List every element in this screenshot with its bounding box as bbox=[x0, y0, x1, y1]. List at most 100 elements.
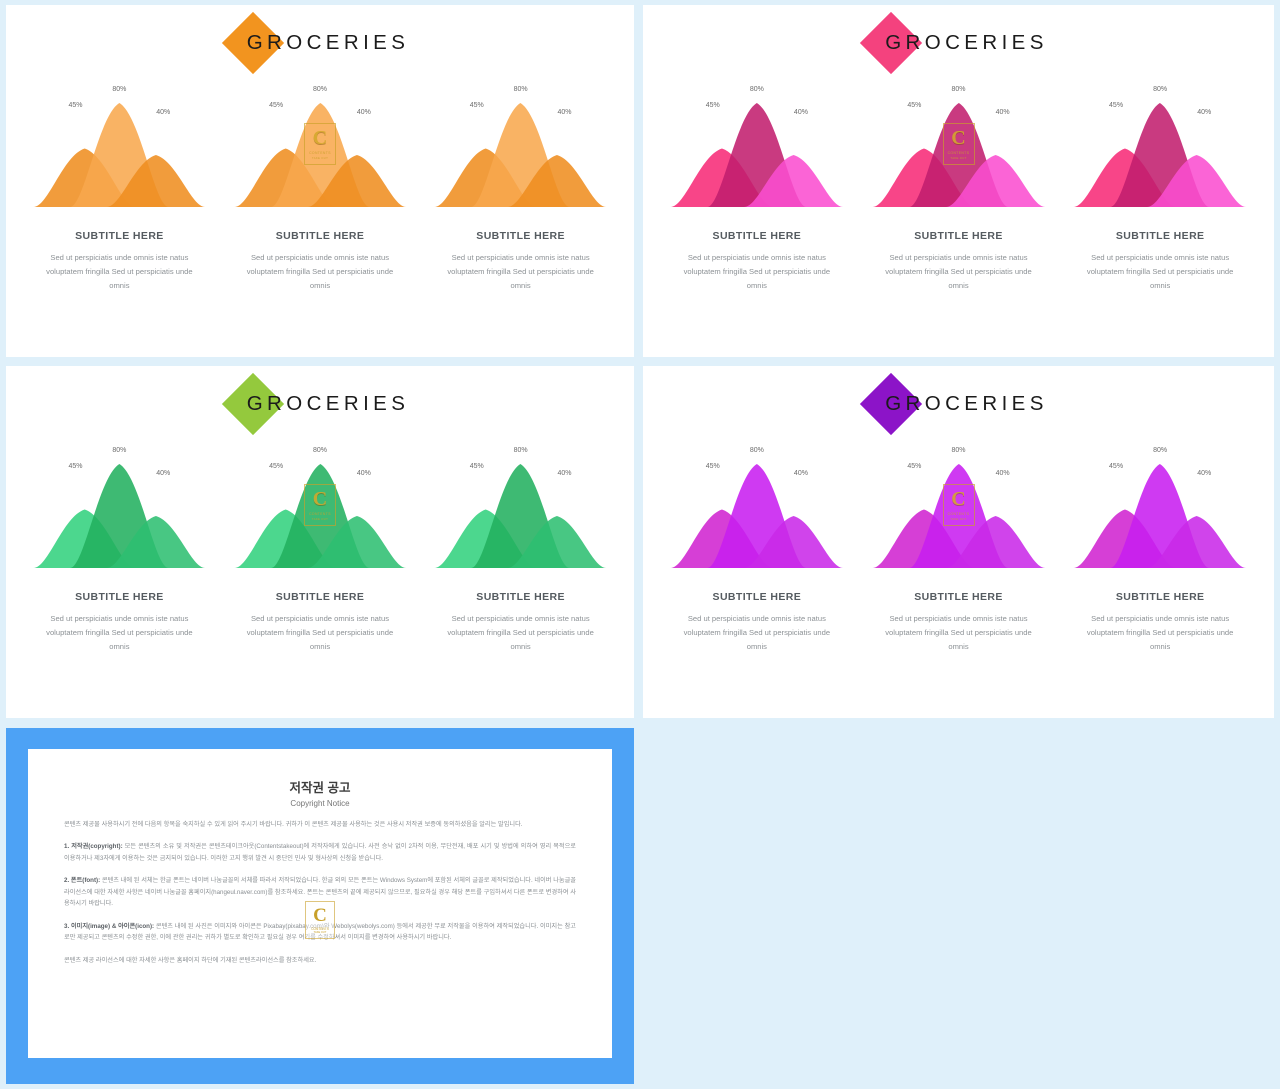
peak-label-2: 80% bbox=[1153, 447, 1168, 454]
copyright-card: 저작권 공고 Copyright Notice 콘텐츠 제공물 사용하시기 전에… bbox=[28, 749, 612, 1058]
peak-label-2: 80% bbox=[951, 447, 966, 454]
column-subtitle: SUBTITLE HERE bbox=[712, 230, 802, 242]
copyright-subtitle: Copyright Notice bbox=[290, 799, 350, 808]
copyright-notice-panel[interactable]: 저작권 공고 Copyright Notice 콘텐츠 제공물 사용하시기 전에… bbox=[6, 728, 634, 1084]
brand-name: GROCERIES bbox=[246, 392, 410, 415]
chart-column[interactable]: 45% 80% 40% C CONTENTS TAKE OUT SUBTITLE HERE S… bbox=[867, 81, 1051, 294]
column-subtitle: SUBTITLE HERE bbox=[1115, 230, 1205, 242]
column-body-text: Sed ut perspiciatis unde omnis iste natu… bbox=[1086, 614, 1234, 652]
mountain-chart-svg bbox=[670, 464, 844, 568]
mountain-chart-svg bbox=[434, 464, 607, 568]
chart-column[interactable]: 45% 80% 40% SUBTITLE HERE Sed ut perspiciati… bbox=[28, 442, 211, 655]
contents-takeout-watermark-icon: C CONTENTS TAKE OUT bbox=[305, 901, 335, 939]
peak-label-2: 80% bbox=[951, 86, 966, 93]
chart-columns: 45% 80% 40% SUBTITLE HERE Sed ut perspiciati… bbox=[6, 81, 634, 294]
column-subtitle: SUBTITLE HERE bbox=[476, 230, 565, 242]
mountain-chart-svg bbox=[1073, 464, 1247, 568]
mountain-chart-svg bbox=[234, 103, 406, 207]
watermark-line2: TAKE OUT bbox=[313, 931, 327, 934]
peak-label-1: 45% bbox=[269, 463, 284, 470]
brand-name: GROCERIES bbox=[246, 31, 410, 54]
peak-label-3: 40% bbox=[557, 470, 572, 477]
mountain-chart-svg bbox=[872, 103, 1045, 207]
peak-label-3: 40% bbox=[1197, 109, 1212, 116]
mountain-chart: 45% 80% 40% C CONTENTS TAKE OUT bbox=[867, 442, 1051, 578]
brand-name: GROCERIES bbox=[885, 392, 1048, 415]
chart-column[interactable]: 45% 80% 40% C CONTENTS TAKE OUT SUBTITLE HERE S… bbox=[229, 81, 412, 294]
copyright-section-1-heading: 1. 저작권(copyright): bbox=[64, 843, 123, 851]
column-subtitle: SUBTITLE HERE bbox=[75, 591, 164, 603]
column-subtitle: SUBTITLE HERE bbox=[914, 591, 1003, 603]
mountain-chart: 45% 80% 40% C CONTENTS TAKE OUT bbox=[229, 81, 412, 217]
column-body-text: Sed ut perspiciatis unde omnis iste natu… bbox=[447, 614, 594, 652]
mountain-chart: 45% 80% 40% bbox=[28, 81, 211, 217]
chart-column[interactable]: 45% 80% 40% SUBTITLE HERE Sed ut perspiciati… bbox=[1068, 81, 1252, 294]
brand-logo[interactable]: GROCERIES bbox=[6, 5, 634, 81]
column-body-text: Sed ut perspiciatis unde omnis iste natu… bbox=[447, 253, 594, 291]
chart-column[interactable]: 45% 80% 40% SUBTITLE HERE Sed ut perspiciati… bbox=[429, 81, 612, 294]
column-subtitle: SUBTITLE HERE bbox=[712, 591, 802, 603]
column-body-text: Sed ut perspiciatis unde omnis iste natu… bbox=[46, 253, 193, 291]
brand-logo[interactable]: GROCERIES bbox=[643, 5, 1274, 81]
chart-column[interactable]: 45% 80% 40% C CONTENTS TAKE OUT SUBTITLE HERE S… bbox=[229, 442, 412, 655]
peak-label-2: 80% bbox=[513, 447, 528, 454]
peak-label-3: 40% bbox=[356, 109, 371, 116]
peak-label-1: 45% bbox=[705, 102, 720, 109]
column-body-text: Sed ut perspiciatis unde omnis iste natu… bbox=[246, 614, 394, 652]
peak-label-2: 80% bbox=[749, 447, 764, 454]
mountain-chart-svg bbox=[872, 464, 1045, 568]
column-subtitle: SUBTITLE HERE bbox=[1115, 591, 1205, 603]
chart-column[interactable]: 45% 80% 40% SUBTITLE HERE Sed ut perspiciati… bbox=[665, 81, 849, 294]
brand-logo[interactable]: GROCERIES bbox=[6, 366, 634, 442]
chart-column[interactable]: 45% 80% 40% SUBTITLE HERE Sed ut perspiciati… bbox=[28, 81, 211, 294]
peak-label-1: 45% bbox=[269, 102, 284, 109]
column-body-text: Sed ut perspiciatis unde omnis iste natu… bbox=[46, 614, 193, 652]
column-body-text: Sed ut perspiciatis unde omnis iste natu… bbox=[683, 253, 831, 291]
slide-panel-orange[interactable]: GROCERIES 45% 80% 40% SUBTITLE HERE Sed ut pe… bbox=[6, 5, 634, 357]
peak-label-1: 45% bbox=[68, 463, 83, 470]
peak-label-3: 40% bbox=[1197, 470, 1212, 477]
mountain-chart-svg bbox=[234, 464, 406, 568]
peak-label-3: 40% bbox=[156, 470, 171, 477]
peak-label-3: 40% bbox=[793, 109, 808, 116]
brand-name: GROCERIES bbox=[885, 31, 1048, 54]
slide-panel-green[interactable]: GROCERIES 45% 80% 40% SUBTITLE HERE Sed ut pe… bbox=[6, 366, 634, 718]
copyright-section-1-text: 모든 콘텐츠의 소유 및 저작권은 콘텐츠테이크아웃(Contentstakeo… bbox=[64, 843, 576, 862]
peak-label-3: 40% bbox=[793, 470, 808, 477]
copyright-section-2-heading: 2. 폰트(font): bbox=[64, 877, 101, 885]
mountain-chart: 45% 80% 40% bbox=[665, 442, 849, 578]
slide-deck-preview: GROCERIES 45% 80% 40% SUBTITLE HERE Sed ut pe… bbox=[0, 0, 1280, 1089]
peak-label-3: 40% bbox=[557, 109, 572, 116]
peak-label-2: 80% bbox=[312, 447, 328, 454]
mountain-chart-svg bbox=[670, 103, 844, 207]
mountain-chart-svg bbox=[33, 464, 206, 568]
copyright-section-3-heading: 3. 이미지(image) & 아이콘(icon): bbox=[64, 922, 155, 930]
peak-label-1: 45% bbox=[907, 463, 922, 470]
mountain-chart: 45% 80% 40% bbox=[28, 442, 211, 578]
mountain-chart: 45% 80% 40% bbox=[429, 442, 612, 578]
copyright-intro: 콘텐츠 제공물 사용하시기 전에 다음의 항목을 숙지하실 수 있게 읽어 주시… bbox=[64, 821, 523, 828]
slide-panel-pink[interactable]: GROCERIES 45% 80% 40% SUBTITLE HERE Sed ut pe… bbox=[643, 5, 1274, 357]
column-body-text: Sed ut perspiciatis unde omnis iste natu… bbox=[885, 614, 1032, 652]
slide-panel-purple[interactable]: GROCERIES 45% 80% 40% SUBTITLE HERE Sed ut pe… bbox=[643, 366, 1274, 718]
peak-label-1: 45% bbox=[1109, 102, 1124, 109]
column-body-text: Sed ut perspiciatis unde omnis iste natu… bbox=[246, 253, 394, 291]
copyright-footer: 콘텐츠 제공 라이선스에 대한 자세한 사항은 홈페이지 하단에 기재된 콘텐츠… bbox=[64, 956, 317, 964]
chart-column[interactable]: 45% 80% 40% C CONTENTS TAKE OUT SUBTITLE HERE S… bbox=[867, 442, 1051, 655]
chart-column[interactable]: 45% 80% 40% SUBTITLE HERE Sed ut perspiciati… bbox=[429, 442, 612, 655]
peak-label-1: 45% bbox=[907, 102, 922, 109]
column-subtitle: SUBTITLE HERE bbox=[275, 591, 365, 603]
copyright-section-1: 1. 저작권(copyright): 모든 콘텐츠의 소유 및 저작권은 콘텐츠… bbox=[64, 841, 576, 864]
copyright-title: 저작권 공고 bbox=[289, 781, 351, 795]
mountain-chart: 45% 80% 40% bbox=[665, 81, 849, 217]
column-subtitle: SUBTITLE HERE bbox=[476, 591, 565, 603]
chart-columns: 45% 80% 40% SUBTITLE HERE Sed ut perspiciati… bbox=[6, 442, 634, 655]
mountain-chart: 45% 80% 40% C CONTENTS TAKE OUT bbox=[867, 81, 1051, 217]
brand-logo[interactable]: GROCERIES bbox=[643, 366, 1274, 442]
watermark-letter: C bbox=[313, 905, 327, 926]
peak-label-3: 40% bbox=[995, 109, 1010, 116]
peak-label-2: 80% bbox=[1153, 86, 1168, 93]
chart-column[interactable]: 45% 80% 40% SUBTITLE HERE Sed ut perspiciati… bbox=[1068, 442, 1252, 655]
chart-columns: 45% 80% 40% SUBTITLE HERE Sed ut perspiciati… bbox=[643, 442, 1274, 655]
chart-column[interactable]: 45% 80% 40% SUBTITLE HERE Sed ut perspiciati… bbox=[665, 442, 849, 655]
